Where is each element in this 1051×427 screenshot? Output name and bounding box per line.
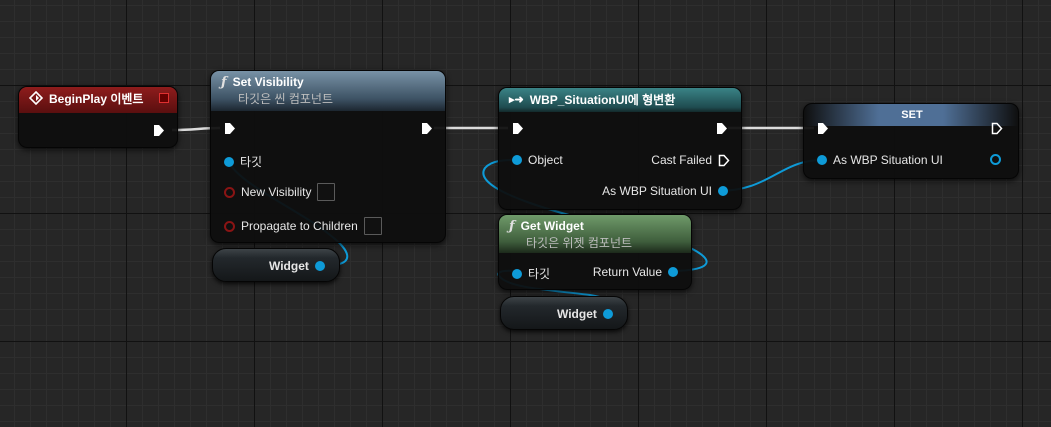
- get-widget-title: Get Widget: [520, 219, 584, 233]
- bool-pin-icon: [224, 186, 235, 198]
- set-header: SET: [804, 104, 1018, 126]
- object-pin-icon: [668, 267, 678, 277]
- new-visibility-checkbox[interactable]: [317, 183, 336, 201]
- function-icon: ƒ: [221, 74, 227, 90]
- cast-as-wbp-pin[interactable]: As WBP Situation UI: [602, 184, 728, 198]
- function-icon: ƒ: [509, 218, 515, 234]
- begin-play-node[interactable]: BeginPlay 이벤트: [18, 86, 178, 148]
- set-exec-out[interactable]: [991, 122, 1003, 135]
- set-title: SET: [901, 109, 923, 121]
- cast-exec-in[interactable]: [512, 122, 524, 135]
- widget-variable-label-2: Widget: [557, 307, 597, 321]
- object-pin-icon: [817, 155, 827, 165]
- get-widget-target-label: 타깃: [528, 267, 551, 281]
- set-node[interactable]: SET As WBP Situation UI: [803, 103, 1019, 179]
- widget-variable-label-1: Widget: [269, 259, 309, 273]
- new-visibility-label: New Visibility: [241, 185, 312, 199]
- set-visibility-node[interactable]: ƒ Set Visibility 타깃은 씬 컴포넌트 타깃 New Visib…: [210, 70, 446, 243]
- set-visibility-header: ƒ Set Visibility 타깃은 씬 컴포넌트: [211, 71, 445, 111]
- get-widget-subtitle: 타깃은 위젯 컴포넌트: [526, 236, 633, 250]
- exec-out-icon: [422, 123, 432, 134]
- set-visibility-target-label: 타깃: [240, 155, 263, 169]
- exec-in-icon: [513, 123, 523, 134]
- set-visibility-exec-in[interactable]: [224, 122, 236, 135]
- cast-arrow-icon: ▸➜: [509, 93, 524, 106]
- cast-failed-pin[interactable]: Cast Failed: [651, 153, 730, 167]
- widget-variable-node-2[interactable]: Widget: [500, 296, 628, 330]
- set-visibility-exec-out[interactable]: [421, 122, 433, 135]
- exec-out-icon: [154, 125, 164, 136]
- widget-variable-node-1[interactable]: Widget: [212, 248, 340, 282]
- get-widget-target-pin[interactable]: 타깃: [512, 265, 550, 282]
- cast-exec-out[interactable]: [716, 122, 728, 135]
- set-as-wbp-pin[interactable]: As WBP Situation UI: [817, 153, 943, 167]
- exec-out-hollow-icon: [718, 154, 730, 166]
- get-widget-return-pin[interactable]: Return Value: [593, 265, 678, 279]
- set-visibility-title-row: ƒ Set Visibility: [221, 74, 437, 90]
- event-diamond-icon: [29, 91, 43, 105]
- cast-object-label: Object: [528, 153, 563, 167]
- exec-in-icon: [225, 123, 235, 134]
- object-pin-icon: [512, 155, 522, 165]
- set-as-wbp-label: As WBP Situation UI: [833, 153, 943, 167]
- cast-failed-label: Cast Failed: [651, 153, 712, 167]
- object-pin-icon: [718, 186, 728, 196]
- set-exec-in[interactable]: [817, 122, 829, 135]
- cast-node[interactable]: ▸➜ WBP_SituationUI에 형변환 Object Cast Fail…: [498, 87, 742, 210]
- widget-variable-row-2: Widget: [557, 307, 613, 321]
- object-pin-icon: [224, 156, 234, 167]
- object-pin-hollow-icon: [990, 154, 1001, 165]
- object-pin-icon[interactable]: [602, 309, 613, 319]
- cast-header: ▸➜ WBP_SituationUI에 형변환: [499, 88, 741, 112]
- get-widget-node[interactable]: ƒ Get Widget 타깃은 위젯 컴포넌트 타깃 Return Value: [498, 214, 692, 290]
- bool-pin-icon: [224, 220, 235, 232]
- set-visibility-title: Set Visibility: [232, 75, 304, 89]
- exec-out-hollow-icon: [991, 122, 1003, 135]
- set-visibility-new-visibility-pin[interactable]: New Visibility: [224, 183, 336, 201]
- cast-as-wbp-label: As WBP Situation UI: [602, 184, 712, 198]
- propagate-label: Propagate to Children: [241, 219, 358, 233]
- set-visibility-propagate-pin[interactable]: Propagate to Children: [224, 217, 382, 235]
- set-visibility-target-pin[interactable]: 타깃: [224, 153, 262, 170]
- cast-title: WBP_SituationUI에 형변환: [529, 92, 676, 107]
- cast-object-pin[interactable]: Object: [512, 153, 563, 167]
- object-pin-icon[interactable]: [314, 261, 325, 271]
- widget-variable-row-1: Widget: [269, 259, 325, 273]
- set-output-pin[interactable]: [990, 154, 1001, 165]
- begin-play-exec-out[interactable]: [153, 124, 165, 137]
- get-widget-header: ƒ Get Widget 타깃은 위젯 컴포넌트: [499, 215, 691, 253]
- delegate-pin-icon[interactable]: [159, 93, 169, 103]
- set-visibility-subtitle: 타깃은 씬 컴포넌트: [238, 92, 333, 106]
- object-pin-icon: [512, 268, 522, 279]
- cast-title-row: ▸➜ WBP_SituationUI에 형변환: [509, 91, 733, 107]
- exec-out-icon: [717, 123, 727, 134]
- propagate-checkbox[interactable]: [363, 217, 382, 235]
- exec-in-icon: [818, 123, 828, 134]
- begin-play-title: BeginPlay 이벤트: [49, 91, 144, 106]
- begin-play-header: BeginPlay 이벤트: [19, 87, 177, 113]
- set-title-row: SET: [814, 107, 1010, 123]
- get-widget-title-row: ƒ Get Widget: [509, 218, 683, 234]
- get-widget-return-label: Return Value: [592, 265, 662, 279]
- begin-play-title-row: BeginPlay 이벤트: [29, 90, 169, 106]
